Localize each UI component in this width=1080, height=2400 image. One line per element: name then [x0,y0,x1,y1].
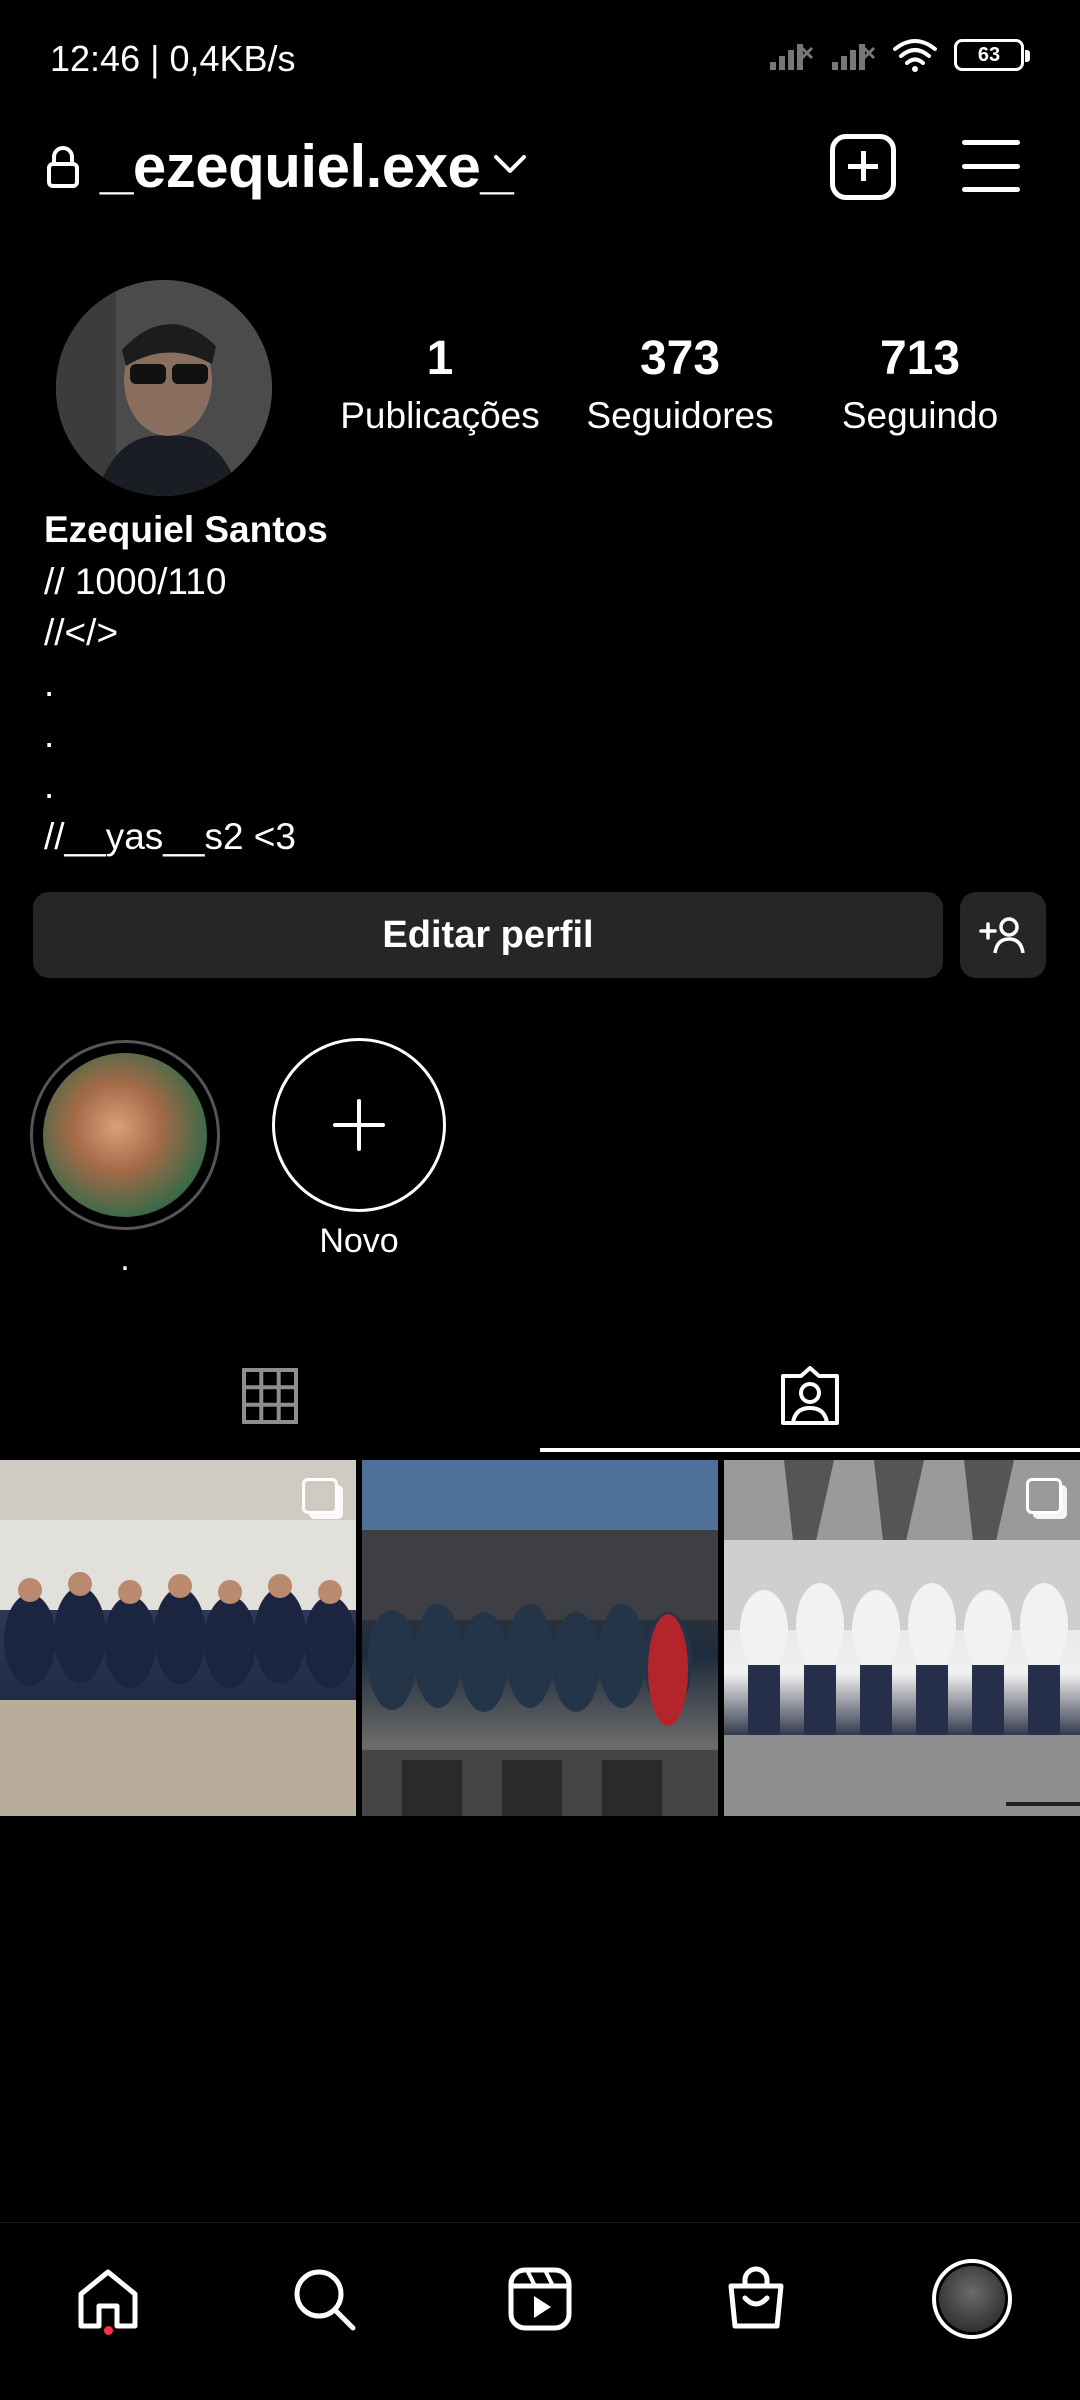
shop-icon [728,2266,784,2329]
signal-icon [770,44,814,70]
stat-posts[interactable]: 1 Publicações [320,330,560,438]
nav-profile[interactable] [932,2259,1012,2339]
photo-content [724,1460,1080,1816]
nav-search[interactable] [284,2259,364,2339]
new-highlight-label: Novo [319,1222,399,1260]
tagged-icon [781,1366,839,1425]
home-icon [78,2269,138,2329]
nav-reels[interactable] [500,2259,580,2339]
avatar-image [56,280,272,496]
stat-following-label: Seguindo [841,394,999,436]
add-person-icon [979,917,1025,954]
stat-followers[interactable]: 373 Seguidores [560,330,800,438]
profile-header: _ezequiel.exe_ [0,120,1080,220]
highlight-cover [43,1053,207,1217]
reels-icon [508,2267,572,2331]
username[interactable]: _ezequiel.exe_ [100,132,514,201]
lock-icon [47,146,79,188]
stat-following-value: 713 [879,332,961,385]
bio-line: // 1000/110 [44,561,227,602]
profile-tabs [0,1340,1080,1452]
discover-people-button[interactable] [960,892,1046,978]
status-bar: 12:46 | 0,4KB/s 63 [0,0,1080,120]
stat-followers-label: Seguidores [586,394,774,436]
nav-shop[interactable] [716,2259,796,2339]
multiple-photos-icon [1026,1478,1062,1514]
tagged-photo[interactable] [362,1460,718,1816]
bio-line: //__yas__s2 <3 [44,816,296,857]
bio-line: . [44,663,55,704]
stat-posts-label: Publicações [340,394,540,436]
profile-name: Ezequiel Santos [44,509,328,550]
bio-line: . [44,765,55,806]
stat-followers-value: 373 [639,332,721,385]
bio-line: . [44,714,55,755]
multiple-photos-icon [302,1478,338,1514]
stat-posts-value: 1 [426,332,454,385]
photo-content [362,1460,718,1816]
new-highlight-circle [272,1038,446,1212]
search-icon [294,2269,356,2331]
signal-icon-2 [832,44,876,70]
tagged-photo[interactable] [0,1460,356,1816]
notification-dot [104,2326,113,2335]
tab-posts-grid[interactable] [0,1340,540,1452]
status-icons: 63 [768,38,1030,72]
new-post-icon[interactable] [830,134,896,200]
active-tab-indicator [540,1448,1080,1452]
grid-icon [242,1368,298,1424]
photo-content [0,1460,356,1816]
bottom-navigation [0,2222,1080,2400]
battery-icon: 63 [954,39,1030,71]
profile-avatar[interactable] [56,280,272,496]
plus-icon [333,1099,385,1151]
bio-line: //</> [44,612,119,653]
tagged-photo[interactable] [724,1460,1080,1816]
highlight-label: . [120,1240,130,1278]
profile-bio: Ezequiel Santos // 1000/110 //</> . . . … [44,504,1024,862]
tagged-photo-grid [0,1460,1080,1816]
wifi-icon [893,39,937,72]
chevron-down-icon[interactable] [492,152,528,176]
profile-thumbnail [939,2266,1005,2332]
new-highlight-button[interactable]: Novo [270,1038,448,1261]
stat-following[interactable]: 713 Seguindo [800,330,1040,438]
tab-tagged[interactable] [540,1340,1080,1452]
highlight-ring [30,1040,220,1230]
story-highlight[interactable]: . [30,1040,220,1279]
edit-profile-button[interactable]: Editar perfil [33,892,943,978]
status-time: 12:46 | 0,4KB/s [50,38,296,79]
menu-icon[interactable] [962,140,1020,192]
battery-level: 63 [977,43,1001,66]
